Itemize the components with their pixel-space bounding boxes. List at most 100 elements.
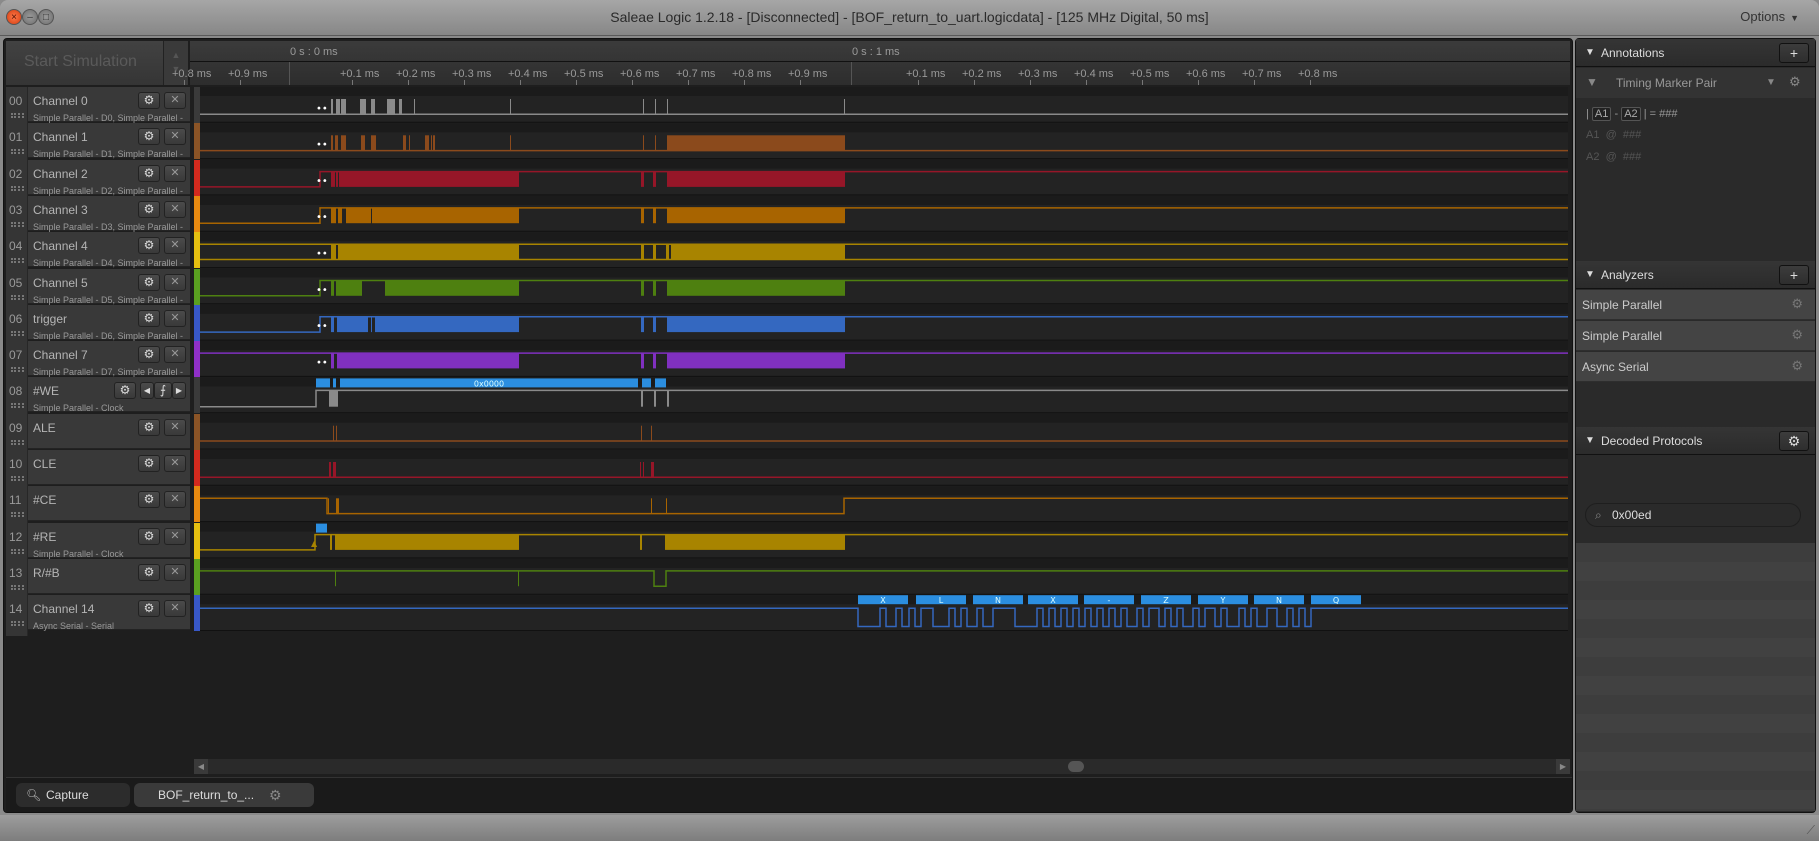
channel-row[interactable]: 02 Channel 2 Simple Parallel - D2, Simpl… [6,160,190,201]
options-menu[interactable]: Options ▼ [1740,9,1799,24]
channel-row[interactable]: 10 CLE ⚙ ✕ [6,450,190,491]
channel-gear-icon[interactable]: ⚙ [138,419,160,436]
horizontal-scrollbar[interactable]: ◀ ▶ [194,759,1570,774]
analyzer-gear-icon[interactable]: ⚙ [1791,358,1803,374]
channel-name[interactable]: CLE [33,457,56,471]
drag-grip-icon[interactable] [11,403,24,408]
channel-gear-icon[interactable]: ⚙ [138,491,160,508]
tab-file[interactable]: BOF_return_to_... ⚙ [134,783,314,807]
marker-gear-icon[interactable]: ⚙ [1789,74,1801,90]
scroll-left-icon[interactable]: ◀ [194,759,208,774]
channel-row[interactable]: 00 Channel 0 Simple Parallel - D0, Simpl… [6,87,190,128]
add-analyzer-button[interactable]: + [1779,265,1809,285]
drag-grip-icon[interactable] [11,549,24,554]
collapse-triangle-icon[interactable]: ▼ [1585,435,1595,446]
start-simulation-button[interactable]: Start Simulation [6,41,164,85]
drag-grip-icon[interactable] [11,295,24,300]
arrow-up-icon[interactable]: ▲ [164,48,188,62]
channel-gear-icon[interactable]: ⚙ [138,237,160,254]
drag-grip-icon[interactable] [11,186,24,191]
channel-gear-icon[interactable]: ⚙ [138,92,160,109]
analyzer-gear-icon[interactable]: ⚙ [1791,327,1803,343]
analyzer-item[interactable]: Simple Parallel ⚙ [1576,321,1815,351]
channel-name[interactable]: ALE [33,421,56,435]
channel-row[interactable]: 08 #WE Simple Parallel - Clock ⚙ ◀ ⨍ ▶ [6,377,190,418]
waveform-svg[interactable]: •• •• •• •• •• •• •• •• 0x0000 ▲ X L N X - Z Y N Q [200,87,1568,767]
timing-marker-pair[interactable]: ▼ Timing Marker Pair ▼ ⚙ [1576,68,1815,98]
channel-row[interactable]: 12 #RE Simple Parallel - Clock ⚙ ✕ [6,523,190,564]
channel-name[interactable]: Channel 7 [33,348,88,362]
channel-gear-icon[interactable]: ⚙ [138,346,160,363]
annotations-header[interactable]: ▼ Annotations + [1576,39,1815,67]
channel-row[interactable]: 07 Channel 7 Simple Parallel - D7, Simpl… [6,341,190,382]
drag-grip-icon[interactable] [11,585,24,590]
tab-gear-icon[interactable]: ⚙ [269,783,282,807]
channel-gear-icon[interactable]: ⚙ [114,382,136,399]
time-ruler[interactable]: 0 s : 0 ms 0 s : 1 ms +0.8 ms +0.9 ms +0.1 m… [172,41,1570,85]
scroll-right-icon[interactable]: ▶ [1556,759,1570,774]
prev-edge-icon[interactable]: ◀ [140,382,154,399]
collapse-triangle-icon[interactable]: ▼ [1585,269,1595,280]
resize-grip-icon[interactable]: ⟋ [1807,823,1815,838]
channel-close-icon[interactable]: ✕ [164,346,186,363]
channel-name[interactable]: Channel 2 [33,167,88,181]
drag-grip-icon[interactable] [11,512,24,517]
channel-name[interactable]: Channel 0 [33,94,88,108]
channel-name[interactable]: #RE [33,530,56,544]
drag-grip-icon[interactable] [11,440,24,445]
channel-close-icon[interactable]: ✕ [164,92,186,109]
drag-grip-icon[interactable] [11,149,24,154]
channel-close-icon[interactable]: ✕ [164,419,186,436]
analyzers-header[interactable]: ▼ Analyzers + [1576,261,1815,289]
decoded-gear-button[interactable]: ⚙ [1779,431,1809,451]
channel-close-icon[interactable]: ✕ [164,128,186,145]
channel-row[interactable]: 13 R/#B ⚙ ✕ [6,559,190,600]
channel-gear-icon[interactable]: ⚙ [138,201,160,218]
drag-grip-icon[interactable] [11,258,24,263]
channel-close-icon[interactable]: ✕ [164,237,186,254]
channel-name[interactable]: Channel 4 [33,239,88,253]
channel-gear-icon[interactable]: ⚙ [138,600,160,617]
collapse-triangle-icon[interactable]: ▼ [1585,47,1595,58]
channel-row[interactable]: 05 Channel 5 Simple Parallel - D5, Simpl… [6,269,190,310]
channel-row[interactable]: 04 Channel 4 Simple Parallel - D4, Simpl… [6,232,190,273]
channel-name[interactable]: #WE [33,384,59,398]
channel-name[interactable]: R/#B [33,566,60,580]
drag-grip-icon[interactable] [11,222,24,227]
channel-row[interactable]: 11 #CE ⚙ ✕ [6,486,190,527]
next-edge-icon[interactable]: ▶ [172,382,186,399]
channel-close-icon[interactable]: ✕ [164,455,186,472]
channel-name[interactable]: trigger [33,312,67,326]
decoded-results-list[interactable] [1576,543,1815,811]
channel-close-icon[interactable]: ✕ [164,274,186,291]
channel-close-icon[interactable]: ✕ [164,564,186,581]
channel-gear-icon[interactable]: ⚙ [138,274,160,291]
analyzer-gear-icon[interactable]: ⚙ [1791,296,1803,312]
channel-row[interactable]: 06 trigger Simple Parallel - D6, Simple … [6,305,190,346]
decoded-protocols-header[interactable]: ▼ Decoded Protocols ⚙ [1576,427,1815,455]
channel-row[interactable]: 01 Channel 1 Simple Parallel - D1, Simpl… [6,123,190,164]
channel-gear-icon[interactable]: ⚙ [138,564,160,581]
drag-grip-icon[interactable] [11,476,24,481]
channel-name[interactable]: Channel 14 [33,602,94,616]
channel-close-icon[interactable]: ✕ [164,310,186,327]
channel-name[interactable]: Channel 1 [33,130,88,144]
channel-close-icon[interactable]: ✕ [164,165,186,182]
channel-close-icon[interactable]: ✕ [164,201,186,218]
channel-name[interactable]: #CE [33,493,56,507]
channel-row[interactable]: 03 Channel 3 Simple Parallel - D3, Simpl… [6,196,190,237]
channel-close-icon[interactable]: ✕ [164,528,186,545]
add-annotation-button[interactable]: + [1779,43,1809,63]
trigger-edge-icon[interactable]: ⨍ [154,382,172,399]
channel-close-icon[interactable]: ✕ [164,600,186,617]
a2-box[interactable]: A2 [1621,107,1641,121]
channel-close-icon[interactable]: ✕ [164,491,186,508]
drag-grip-icon[interactable] [11,113,24,118]
channel-gear-icon[interactable]: ⚙ [138,165,160,182]
decoded-search-input[interactable] [1612,507,1792,523]
dropdown-icon[interactable]: ▼ [1766,77,1776,88]
drag-grip-icon[interactable] [11,621,24,626]
tab-capture[interactable]: 🔍︎ Capture [16,783,130,807]
scroll-thumb[interactable] [1068,761,1084,772]
channel-row[interactable]: 09 ALE ⚙ ✕ [6,414,190,455]
